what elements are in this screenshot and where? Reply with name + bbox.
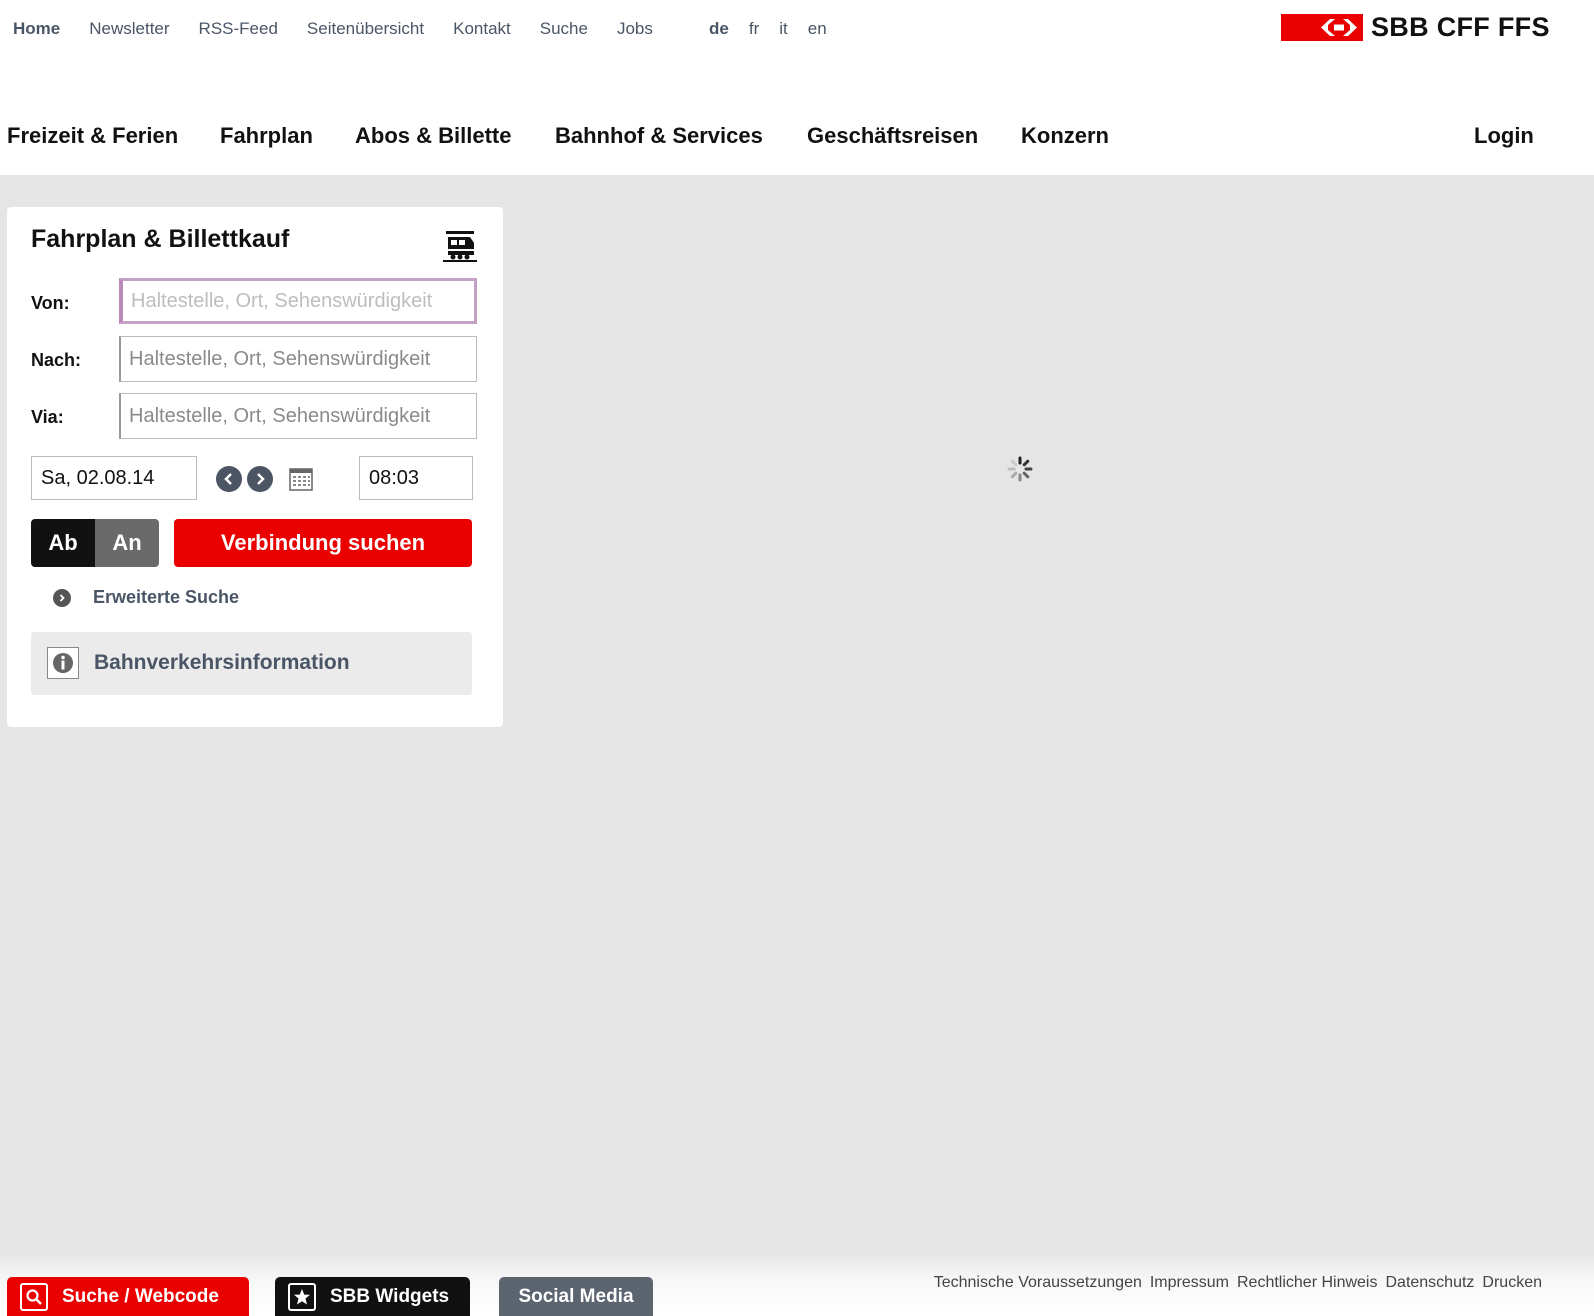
footer-tab-social-media[interactable]: Social Media xyxy=(499,1277,653,1316)
from-label: Von: xyxy=(31,293,70,313)
footer-links: Technische Voraussetzungen Impressum Rec… xyxy=(926,1274,1542,1292)
to-input[interactable] xyxy=(121,337,476,381)
previous-day-button[interactable] xyxy=(216,466,242,492)
next-day-button[interactable] xyxy=(247,466,273,492)
main-nav-timetable[interactable]: Fahrplan xyxy=(220,123,313,149)
nav-link-rss-feed[interactable]: RSS-Feed xyxy=(199,19,278,39)
calendar-icon[interactable] xyxy=(289,467,313,496)
lang-en[interactable]: en xyxy=(808,19,827,39)
time-input[interactable] xyxy=(360,457,472,499)
nav-link-sitemap[interactable]: Seitenübersicht xyxy=(307,19,424,39)
login-link[interactable]: Login xyxy=(1474,123,1534,149)
star-icon xyxy=(288,1282,316,1311)
footer-link-privacy[interactable]: Datenschutz xyxy=(1385,1274,1474,1292)
nav-link-home[interactable]: Home xyxy=(13,19,60,39)
main-nav-group[interactable]: Konzern xyxy=(1021,123,1109,149)
nav-link-jobs[interactable]: Jobs xyxy=(617,19,653,39)
main-nav: Freizeit & Ferien Fahrplan Abos & Billet… xyxy=(0,118,1594,174)
nav-link-newsletter[interactable]: Newsletter xyxy=(89,19,169,39)
via-field[interactable] xyxy=(119,393,477,439)
utility-nav: Home Newsletter RSS-Feed Seitenübersicht… xyxy=(0,0,1594,60)
time-field[interactable] xyxy=(359,456,473,500)
traffic-info-link[interactable]: Bahnverkehrsinformation xyxy=(31,632,472,695)
to-field[interactable] xyxy=(119,336,477,382)
train-icon[interactable] xyxy=(443,229,477,268)
arrival-toggle[interactable]: An xyxy=(95,519,159,567)
content-area: Fahrplan & Billettkauf Von: Nach: Via: xyxy=(0,175,1594,1257)
search-icon xyxy=(20,1282,48,1311)
via-label: Via: xyxy=(31,407,64,427)
advanced-search-link[interactable]: Erweiterte Suche xyxy=(53,587,239,608)
sbb-flag-icon xyxy=(1281,14,1363,41)
loading-spinner-icon xyxy=(1006,455,1034,488)
footer-link-tech-requirements[interactable]: Technische Voraussetzungen xyxy=(934,1274,1142,1292)
search-connection-button[interactable]: Verbindung suchen xyxy=(174,519,472,567)
lang-de[interactable]: de xyxy=(709,19,729,39)
chevron-right-circle-icon xyxy=(53,588,71,607)
sbb-logo[interactable]: SBB CFF FFS xyxy=(1281,12,1550,43)
lang-it[interactable]: it xyxy=(779,19,788,39)
date-field[interactable] xyxy=(31,456,197,500)
departure-toggle[interactable]: Ab xyxy=(31,519,95,567)
lang-fr[interactable]: fr xyxy=(749,19,759,39)
footer-tab-search-webcode[interactable]: Suche / Webcode xyxy=(7,1277,249,1316)
info-icon xyxy=(47,647,79,679)
advanced-search-label: Erweiterte Suche xyxy=(93,587,240,607)
logo-text: SBB CFF FFS xyxy=(1371,12,1550,42)
from-input[interactable] xyxy=(123,281,474,321)
language-switcher: de fr it en xyxy=(709,19,847,39)
chevron-right-icon xyxy=(257,473,265,485)
panel-title: Fahrplan & Billettkauf xyxy=(31,225,290,253)
main-nav-station-services[interactable]: Bahnhof & Services xyxy=(555,123,763,149)
footer-link-imprint[interactable]: Impressum xyxy=(1150,1274,1229,1292)
nav-link-search[interactable]: Suche xyxy=(540,19,588,39)
date-input[interactable] xyxy=(32,457,196,499)
footer: Suche / Webcode SBB Widgets Social Media… xyxy=(0,1257,1594,1316)
nav-link-contact[interactable]: Kontakt xyxy=(453,19,511,39)
footer-link-legal[interactable]: Rechtlicher Hinweis xyxy=(1237,1274,1378,1292)
traffic-info-label: Bahnverkehrsinformation xyxy=(94,651,350,674)
main-nav-tickets[interactable]: Abos & Billette xyxy=(355,123,511,149)
chevron-left-icon xyxy=(224,473,232,485)
main-nav-leisure[interactable]: Freizeit & Ferien xyxy=(7,123,178,149)
footer-link-print[interactable]: Drucken xyxy=(1482,1274,1542,1292)
to-label: Nach: xyxy=(31,350,82,370)
utility-links: Home Newsletter RSS-Feed Seitenübersicht… xyxy=(13,19,682,39)
from-field[interactable] xyxy=(119,278,477,324)
footer-tab-search-label: Suche / Webcode xyxy=(62,1285,219,1307)
footer-tab-widgets-label: SBB Widgets xyxy=(330,1285,450,1307)
departure-arrival-toggle: Ab An xyxy=(31,519,159,567)
footer-tab-widgets[interactable]: SBB Widgets xyxy=(275,1277,470,1316)
timetable-panel: Fahrplan & Billettkauf Von: Nach: Via: xyxy=(7,207,503,727)
footer-tab-social-label: Social Media xyxy=(518,1285,634,1307)
via-input[interactable] xyxy=(121,394,476,438)
main-nav-business-travel[interactable]: Geschäftsreisen xyxy=(807,123,978,149)
